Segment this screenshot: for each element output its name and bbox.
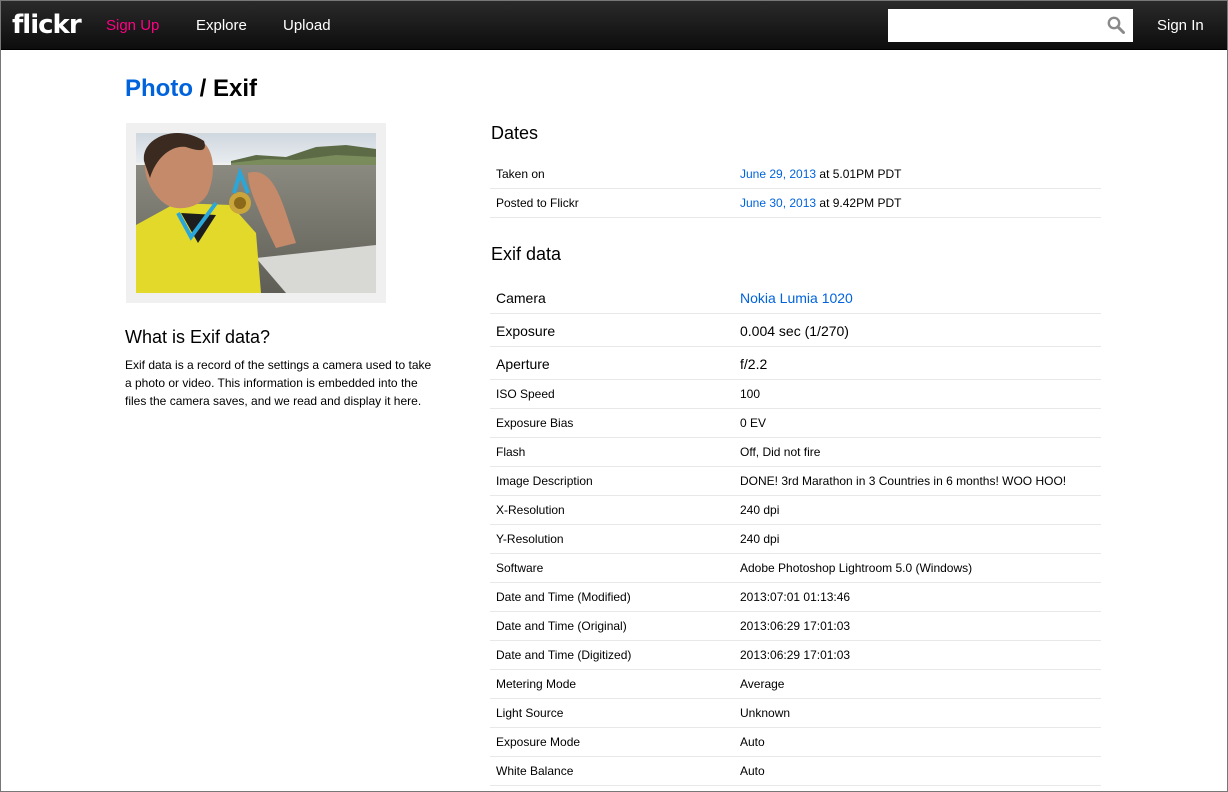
table-row: Exposure 0.004 sec (1/270) xyxy=(490,314,1101,347)
dates-table: Taken on June 29, 2013 at 5.01PM PDT Pos… xyxy=(490,160,1101,218)
row-label: Metering Mode xyxy=(496,677,577,691)
exif-data-heading: Exif data xyxy=(491,244,562,264)
camera-model-link[interactable]: Nokia Lumia 1020 xyxy=(740,281,853,315)
sign-in-link[interactable]: Sign In xyxy=(1157,17,1204,35)
sign-up-link[interactable]: Sign Up xyxy=(106,17,159,35)
row-value: 240 dpi xyxy=(740,503,780,517)
row-label: Light Source xyxy=(496,706,564,720)
row-value: Average xyxy=(740,677,785,691)
table-row: Aperture f/2.2 xyxy=(490,347,1101,380)
table-row: Posted to Flickr June 30, 2013 at 9.42PM… xyxy=(490,189,1101,218)
row-value: DONE! 3rd Marathon in 3 Countries in 6 m… xyxy=(740,474,1067,488)
photo-thumbnail[interactable] xyxy=(136,133,376,293)
search-input[interactable] xyxy=(888,9,1098,42)
search-icon[interactable] xyxy=(1107,16,1125,34)
row-value: Adobe Photoshop Lightroom 5.0 (Windows) xyxy=(740,561,973,575)
row-label: Date and Time (Modified) xyxy=(496,590,631,604)
top-navigation-bar: flickr Sign Up Explore Upload Sign In xyxy=(1,1,1227,50)
table-row: Date and Time (Modified) 2013:07:01 01:13… xyxy=(490,583,1101,612)
table-row: Software Adobe Photoshop Lightroom 5.0 (W… xyxy=(490,554,1101,583)
exif-table: Camera Nokia Lumia 1020 Exposure 0.004 s… xyxy=(490,281,1101,786)
page-title: Photo / Exif xyxy=(125,74,257,104)
taken-date-link[interactable]: June 29, 2013 xyxy=(740,167,816,181)
row-label: Date and Time (Digitized) xyxy=(496,648,632,662)
dates-heading: Dates xyxy=(491,123,539,143)
breadcrumb-current: Exif xyxy=(213,75,258,102)
row-label: Software xyxy=(496,561,544,575)
table-row: Taken on June 29, 2013 at 5.01PM PDT xyxy=(490,160,1101,189)
flickr-logo[interactable]: flickr xyxy=(12,8,82,42)
row-label: Taken on xyxy=(496,167,545,181)
table-row: Exposure Bias 0 EV xyxy=(490,409,1101,438)
breadcrumb-photo-link[interactable]: Photo xyxy=(125,75,193,102)
row-label: Aperture xyxy=(496,356,550,372)
row-label: Exposure Bias xyxy=(496,416,574,430)
row-value: 0 EV xyxy=(740,416,767,430)
taken-time: at 5.01PM PDT xyxy=(816,167,902,181)
breadcrumb-separator: / xyxy=(192,75,213,102)
table-row: Date and Time (Digitized) 2013:06:29 17:0… xyxy=(490,641,1101,670)
table-row: Y-Resolution 240 dpi xyxy=(490,525,1101,554)
row-label: Y-Resolution xyxy=(496,532,564,546)
search-box xyxy=(888,9,1133,42)
table-row: White Balance Auto xyxy=(490,757,1101,786)
table-row: Light Source Unknown xyxy=(490,699,1101,728)
row-value: Auto xyxy=(740,764,765,778)
row-label: White Balance xyxy=(496,764,574,778)
upload-link[interactable]: Upload xyxy=(283,17,331,35)
table-row: Image Description DONE! 3rd Marathon in 3… xyxy=(490,467,1101,496)
posted-date-link[interactable]: June 30, 2013 xyxy=(740,196,816,210)
table-row: Camera Nokia Lumia 1020 xyxy=(490,281,1101,314)
explore-link[interactable]: Explore xyxy=(196,17,247,35)
row-label: X-Resolution xyxy=(496,503,565,517)
row-label: Image Description xyxy=(496,474,593,488)
row-value: June 30, 2013 at 9.42PM PDT xyxy=(740,189,901,217)
row-value: f/2.2 xyxy=(740,356,768,372)
row-value: Off, Did not fire xyxy=(740,445,821,459)
photo-image xyxy=(136,133,376,293)
row-value: 2013:06:29 17:01:03 xyxy=(740,619,851,633)
row-label: Exposure Mode xyxy=(496,735,581,749)
row-label: Exposure xyxy=(496,323,556,339)
table-row: Exposure Mode Auto xyxy=(490,728,1101,757)
row-value: June 29, 2013 at 5.01PM PDT xyxy=(740,160,901,188)
table-row: ISO Speed 100 xyxy=(490,380,1101,409)
row-label: Posted to Flickr xyxy=(496,196,579,210)
browser-viewport: flickr Sign Up Explore Upload Sign In Ph… xyxy=(0,0,1228,792)
row-value: 100 xyxy=(740,387,761,401)
what-is-exif-description: Exif data is a record of the settings a … xyxy=(125,358,432,408)
posted-time: at 9.42PM PDT xyxy=(816,196,902,210)
row-value: Unknown xyxy=(740,706,791,720)
row-label: Flash xyxy=(496,445,526,459)
table-row: X-Resolution 240 dpi xyxy=(490,496,1101,525)
row-label: Date and Time (Original) xyxy=(496,619,627,633)
table-row: Flash Off, Did not fire xyxy=(490,438,1101,467)
row-label: Camera xyxy=(496,290,546,306)
row-value: 0.004 sec (1/270) xyxy=(740,323,849,339)
row-value: Auto xyxy=(740,735,765,749)
row-value: 240 dpi xyxy=(740,532,780,546)
photo-thumbnail-frame xyxy=(126,123,386,303)
what-is-exif-heading: What is Exif data? xyxy=(125,327,271,347)
table-row: Metering Mode Average xyxy=(490,670,1101,699)
row-value: 2013:07:01 01:13:46 xyxy=(740,590,851,604)
row-label: ISO Speed xyxy=(496,387,555,401)
table-row: Date and Time (Original) 2013:06:29 17:01… xyxy=(490,612,1101,641)
row-value: 2013:06:29 17:01:03 xyxy=(740,648,851,662)
